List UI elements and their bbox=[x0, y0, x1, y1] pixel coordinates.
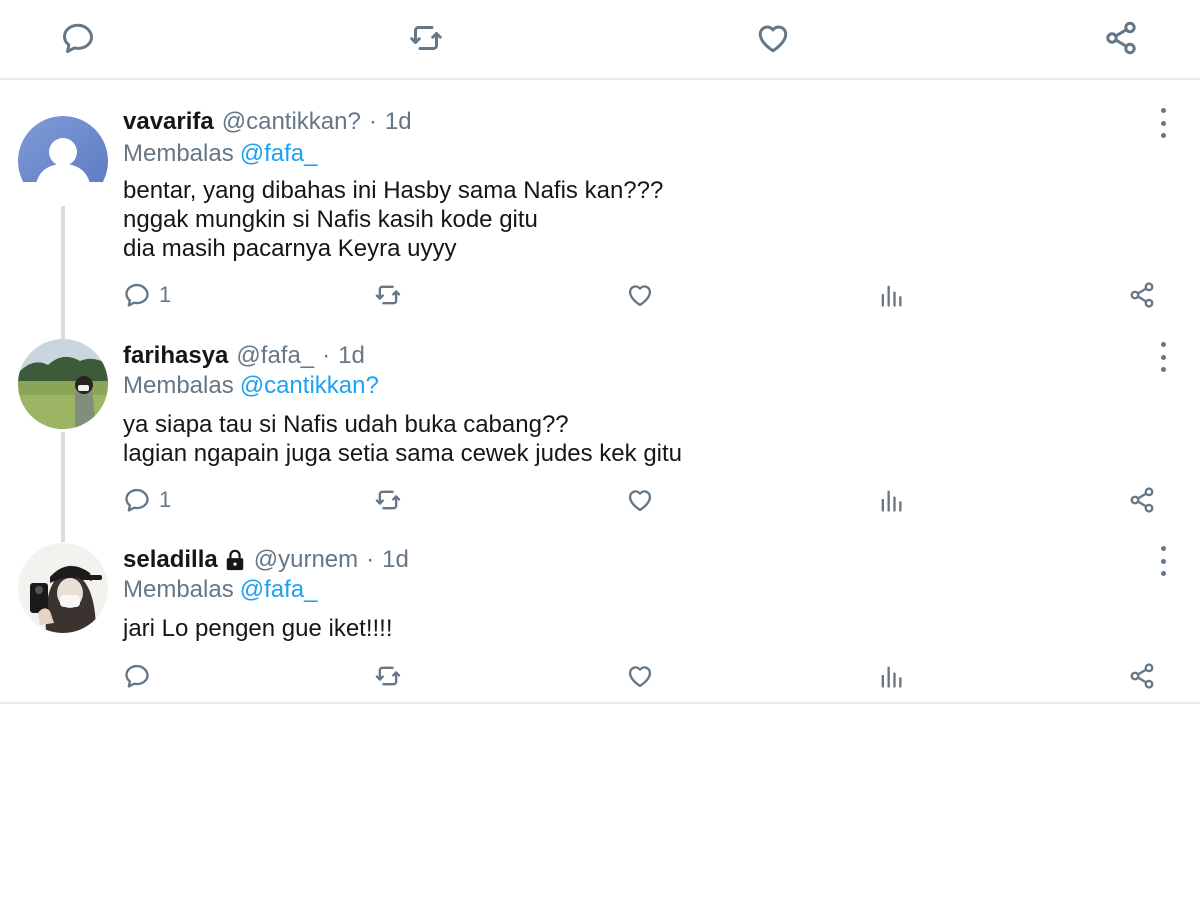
thread-bottom-divider bbox=[0, 702, 1200, 704]
tweet-actions bbox=[0, 659, 1200, 693]
analytics-icon bbox=[877, 662, 905, 690]
reply-button[interactable] bbox=[123, 659, 159, 693]
tweet-header: seladilla @yurnem · 1d bbox=[123, 546, 409, 574]
timestamp[interactable]: 1d bbox=[382, 546, 409, 574]
display-name[interactable]: seladilla bbox=[123, 546, 218, 574]
avatar[interactable] bbox=[18, 543, 108, 633]
replying-to: Membalas @fafa_ bbox=[123, 576, 317, 604]
more-options-button[interactable] bbox=[1150, 546, 1176, 576]
tweet-text-line: jari Lo pengen gue iket!!!! bbox=[123, 615, 393, 642]
tweet-text: jari Lo pengen gue iket!!!! bbox=[123, 614, 393, 643]
like-button[interactable] bbox=[626, 659, 654, 693]
user-handle[interactable]: @yurnem bbox=[254, 546, 358, 574]
views-button[interactable] bbox=[877, 659, 905, 693]
replying-to-label: Membalas bbox=[123, 576, 234, 603]
share-icon bbox=[1128, 662, 1156, 690]
retweet-button[interactable] bbox=[374, 659, 402, 693]
heart-icon bbox=[626, 662, 654, 690]
share-button[interactable] bbox=[1128, 659, 1156, 693]
lock-icon bbox=[226, 549, 243, 571]
profile-photo-icon bbox=[18, 543, 108, 633]
reply-icon bbox=[123, 662, 151, 690]
separator: · bbox=[366, 546, 375, 573]
more-vertical-icon bbox=[1160, 546, 1166, 551]
reply-tweet[interactable]: seladilla @yurnem · 1d Membalas @fafa_ ja… bbox=[0, 0, 1200, 700]
retweet-icon bbox=[374, 662, 402, 690]
mention-link[interactable]: @fafa_ bbox=[240, 576, 318, 603]
